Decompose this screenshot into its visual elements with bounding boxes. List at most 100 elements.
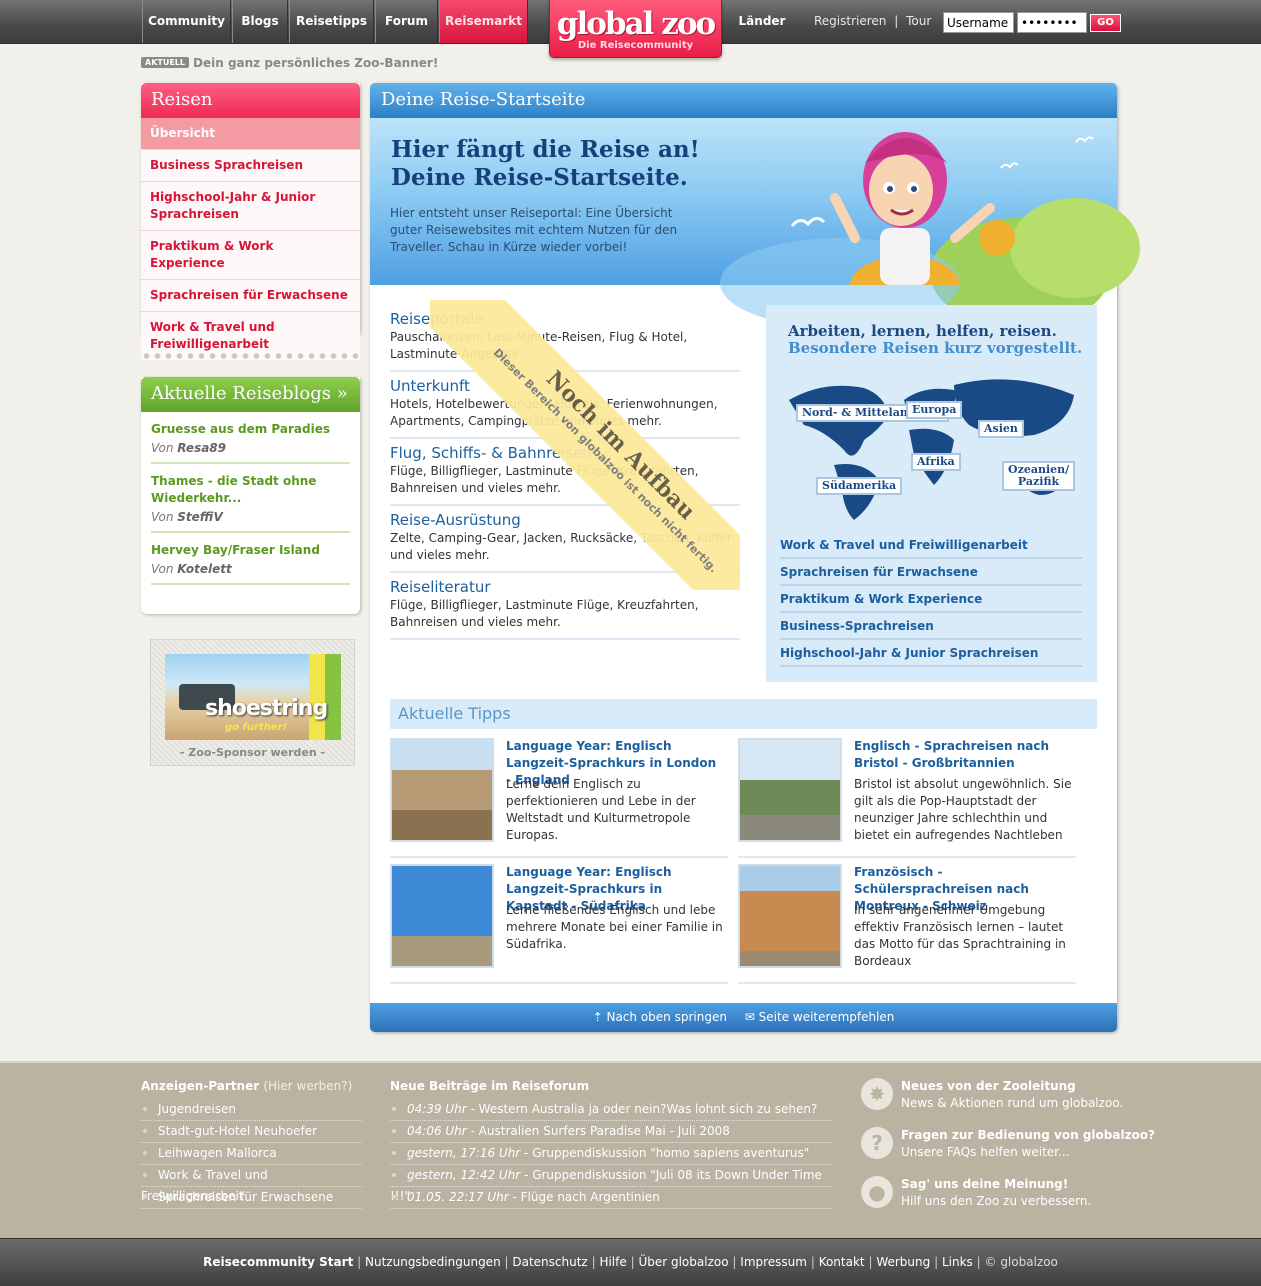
blog-item[interactable]: Thames - die Stadt ohne Wiederkehr... Vo… [151, 464, 350, 533]
hero-banner: Hier fängt die Reise an! Deine Reise-Star… [370, 118, 1140, 328]
category-unterkunft[interactable]: Unterkunft Hotels, Hotelbewertungen, Hos… [390, 377, 740, 439]
globalzoo-logo[interactable]: global zoo Die Reisecommunity [549, 0, 722, 58]
category-title[interactable]: Unterkunft [390, 377, 740, 396]
continent-south-america[interactable]: Südamerika [816, 477, 903, 495]
category-title[interactable]: Reiseportale [390, 310, 740, 329]
info-news[interactable]: Neues von der Zooleitung News & Aktionen … [901, 1078, 1123, 1112]
sidebar-item-highschool[interactable]: Highschool-Jahr & Junior Sprachreisen [141, 182, 360, 231]
tipp-image-montreux[interactable] [738, 864, 842, 968]
blog-author-name[interactable]: Resa89 [177, 441, 226, 455]
partners-list: Jugendreisen Stadt-gut-Hotel Neuhoefer L… [141, 1099, 362, 1209]
sidebar-item-uebersicht[interactable]: Übersicht [141, 118, 360, 150]
info-faq[interactable]: Fragen zur Bedienung von globalzoo? Unser… [901, 1127, 1155, 1161]
forum-post-link[interactable]: gestern, 12:42 Uhr - Gruppendiskussion "… [390, 1165, 831, 1203]
link-separator: | [894, 14, 899, 28]
blog-title[interactable]: Thames - die Stadt ohne Wiederkehr... [151, 473, 350, 507]
world-link-work-travel[interactable]: Work & Travel und Freiwilligenarbeit [780, 532, 1082, 559]
reiseblogs-heading[interactable]: Aktuelle Reiseblogs » [141, 377, 360, 412]
star-burst-icon: ✸ [861, 1078, 893, 1110]
footer-link[interactable]: Über globalzoo [638, 1255, 728, 1269]
category-reiseliteratur[interactable]: Reiseliteratur Flüge, Billigflieger, Las… [390, 578, 740, 640]
category-flug[interactable]: Flug, Schiffs- & Bahnreisen Flüge, Billi… [390, 444, 740, 506]
tipp-item[interactable]: Französisch - Schülersprachreisen nach M… [738, 864, 1076, 984]
footer-link[interactable]: Werbung [876, 1255, 930, 1269]
continent-oceania[interactable]: Ozeanien/ Pazifik [1002, 461, 1075, 491]
forum-post-link[interactable]: 04:06 Uhr - Australien Surfers Paradise … [390, 1121, 831, 1143]
world-link-praktikum[interactable]: Praktikum & Work Experience [780, 586, 1082, 613]
sponsor-box: shoestring go further! - Zoo-Sponsor wer… [150, 639, 355, 766]
blog-title[interactable]: Hervey Bay/Fraser Island [151, 542, 350, 559]
info-title[interactable]: Fragen zur Bedienung von globalzoo? [901, 1128, 1155, 1142]
tour-link[interactable]: Tour [906, 14, 931, 28]
tipp-image-london[interactable] [390, 738, 494, 842]
sponsor-banner[interactable]: shoestring go further! [165, 654, 341, 740]
forum-post-link[interactable]: 01.05. 22:17 Uhr - Flüge nach Argentinie… [390, 1187, 831, 1209]
category-title[interactable]: Reiseliteratur [390, 578, 740, 597]
partner-link[interactable]: Leihwagen Mallorca [141, 1143, 362, 1165]
footer-link[interactable]: Datenschutz [512, 1255, 587, 1269]
reisen-heading: Reisen [141, 83, 360, 118]
continent-africa[interactable]: Afrika [911, 453, 961, 471]
category-reiseportale[interactable]: Reiseportale Pauschalreisen, Last-Minute… [390, 310, 740, 372]
footer-link[interactable]: Links [942, 1255, 973, 1269]
info-title[interactable]: Sag' uns deine Meinung! [901, 1177, 1068, 1191]
advertise-link[interactable]: (Hier werben?) [263, 1079, 352, 1093]
continent-asia[interactable]: Asien [978, 420, 1024, 438]
category-title[interactable]: Reise-Ausrüstung [390, 511, 740, 530]
become-sponsor-link[interactable]: - Zoo-Sponsor werden - [151, 746, 354, 759]
sidebar-item-business[interactable]: Business Sprachreisen [141, 150, 360, 182]
footer-link[interactable]: Impressum [740, 1255, 807, 1269]
register-link[interactable]: Registrieren [814, 14, 886, 28]
footer-link[interactable]: Nutzungsbedingungen [365, 1255, 501, 1269]
tipp-desc: Bristol ist absolut ungewöhnlich. Sie gi… [854, 777, 1072, 842]
tipp-title[interactable]: Englisch - Sprachreisen nach Bristol - G… [854, 738, 1069, 772]
blog-author-name[interactable]: SteffiV [177, 510, 222, 524]
world-link-sprachreisen[interactable]: Sprachreisen für Erwachsene [780, 559, 1082, 586]
username-input[interactable] [943, 12, 1014, 33]
tipp-item[interactable]: Englisch - Sprachreisen nach Bristol - G… [738, 738, 1076, 858]
footer-link[interactable]: Hilfe [599, 1255, 626, 1269]
envelope-icon: ✉ [744, 1010, 755, 1024]
sidebar-item-praktikum[interactable]: Praktikum & Work Experience [141, 231, 360, 280]
nav-blogs[interactable]: Blogs [232, 0, 288, 43]
continent-europe[interactable]: Europa [906, 401, 963, 419]
partner-link[interactable]: Sprachreisen für Erwachsene [141, 1187, 362, 1209]
forum-heading: Neue Beiträge im Reiseforum [390, 1079, 590, 1093]
partner-link[interactable]: Work & Travel und Freiwilligenarbeit [141, 1165, 362, 1203]
nav-laender[interactable]: Länder [724, 0, 800, 43]
category-ausruestung[interactable]: Reise-Ausrüstung Zelte, Camping-Gear, Ja… [390, 511, 740, 573]
recommend-link[interactable]: Seite weiterempfehlen [759, 1010, 895, 1024]
info-title[interactable]: Neues von der Zooleitung [901, 1079, 1076, 1093]
aktuell-badge: AKTUELL [141, 57, 190, 68]
tipp-item[interactable]: Language Year: Englisch Langzeit-Sprachk… [390, 864, 728, 984]
footer-link-start[interactable]: Reisecommunity Start [203, 1255, 353, 1269]
tipp-image-bristol[interactable] [738, 738, 842, 842]
category-title[interactable]: Flug, Schiffs- & Bahnreisen [390, 444, 740, 463]
login-go-button[interactable]: GO [1090, 14, 1121, 32]
password-input[interactable] [1017, 12, 1087, 33]
tipp-item[interactable]: Language Year: Englisch Langzeit-Sprachk… [390, 738, 728, 858]
sidebar-item-sprachreisen[interactable]: Sprachreisen für Erwachsene [141, 280, 360, 312]
forum-post-link[interactable]: 04:39 Uhr - Western Australia ja oder ne… [390, 1099, 831, 1121]
reisen-menu-box: Reisen Übersicht Business Sprachreisen H… [141, 83, 360, 360]
footer-link[interactable]: Kontakt [819, 1255, 865, 1269]
nav-reisetipps[interactable]: Reisetipps [289, 0, 374, 43]
partner-link[interactable]: Jugendreisen [141, 1099, 362, 1121]
forum-post-link[interactable]: gestern, 17:16 Uhr - Gruppendiskussion "… [390, 1143, 831, 1165]
world-link-highschool[interactable]: Highschool-Jahr & Junior Sprachreisen [780, 640, 1082, 667]
blog-author-name[interactable]: Kotelett [177, 562, 232, 576]
nav-community[interactable]: Community [142, 0, 231, 43]
blog-item[interactable]: Hervey Bay/Fraser Island Von Kotelett [151, 533, 350, 585]
partner-link[interactable]: Stadt-gut-Hotel Neuhoefer [141, 1121, 362, 1143]
back-to-top-link[interactable]: Nach oben springen [606, 1010, 726, 1024]
world-link-business[interactable]: Business-Sprachreisen [780, 613, 1082, 640]
tipp-image-kapstadt[interactable] [390, 864, 494, 968]
aktuell-link[interactable]: Dein ganz persönliches Zoo-Banner! [193, 56, 438, 70]
info-feedback[interactable]: Sag' uns deine Meinung! Hilf uns den Zoo … [901, 1176, 1091, 1210]
blog-author: Von Resa89 [151, 441, 350, 455]
nav-reisemarkt[interactable]: Reisemarkt [439, 0, 528, 43]
nav-forum[interactable]: Forum [375, 0, 438, 43]
blog-title[interactable]: Gruesse aus dem Paradies [151, 421, 350, 438]
blog-item[interactable]: Gruesse aus dem Paradies Von Resa89 [151, 412, 350, 464]
world-title: Arbeiten, lernen, helfen, reisen. [788, 322, 1057, 340]
